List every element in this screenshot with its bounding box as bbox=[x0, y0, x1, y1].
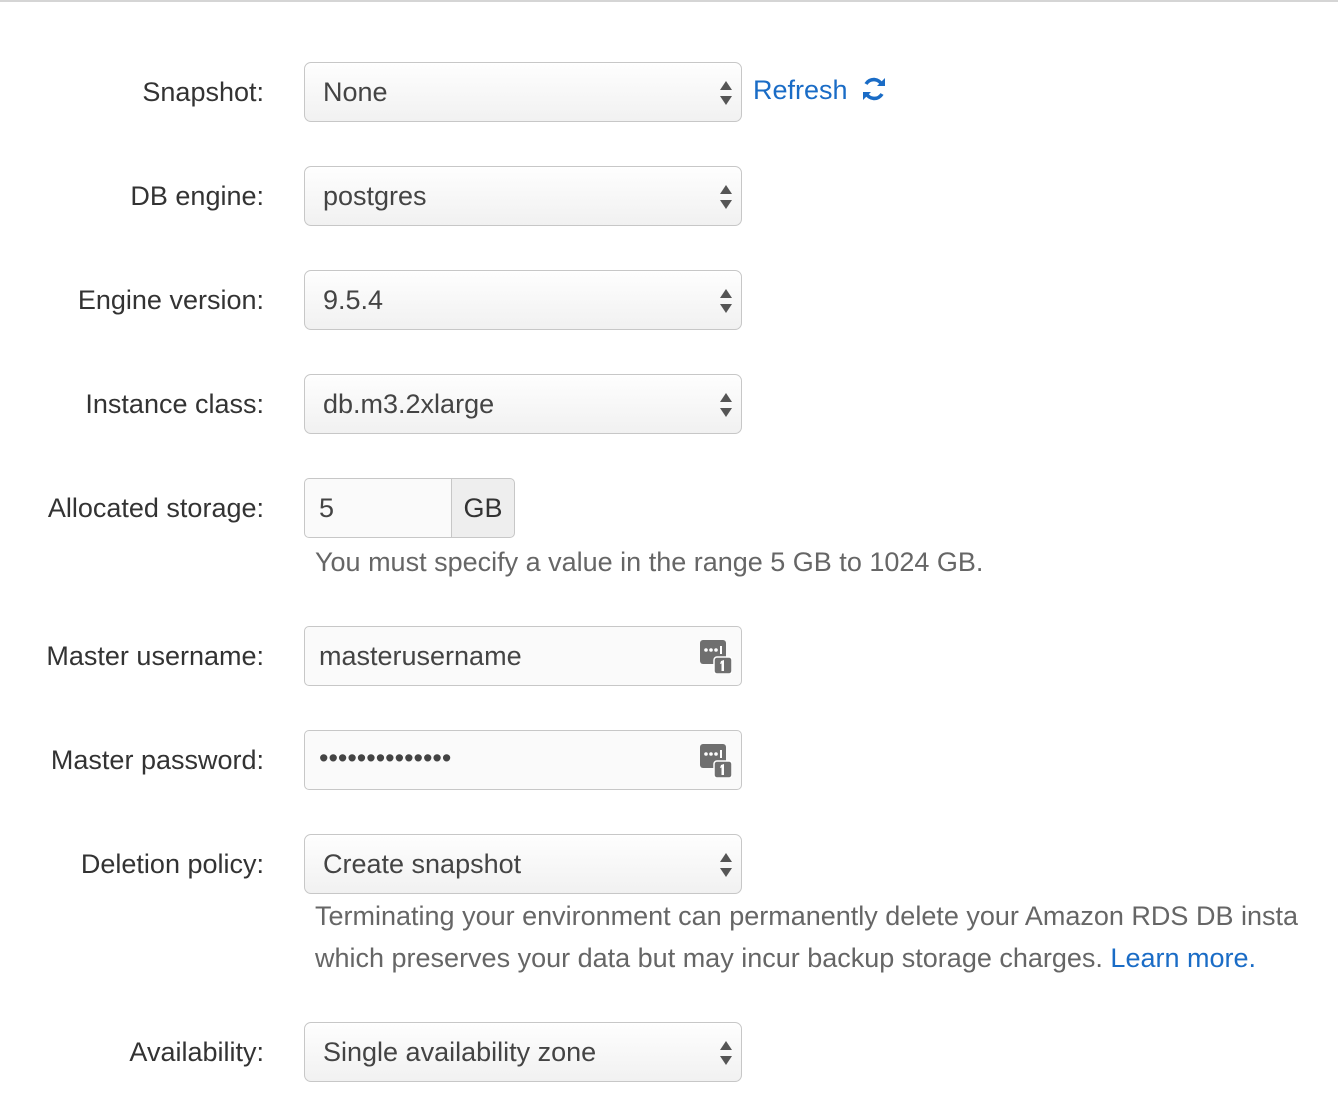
deletion-policy-help-line1: Terminating your environment can permane… bbox=[315, 901, 1298, 931]
instance-class-select-value: db.m3.2xlarge bbox=[323, 389, 495, 419]
storage-unit-addon: GB bbox=[451, 478, 515, 538]
engine-version-select[interactable]: 9.5.4 bbox=[304, 270, 742, 330]
up-down-arrows-icon bbox=[720, 289, 732, 313]
availability-select[interactable]: Single availability zone bbox=[304, 1022, 742, 1082]
refresh-label: Refresh bbox=[753, 75, 848, 105]
learn-more-link[interactable]: Learn more. bbox=[1110, 943, 1256, 973]
deletion-policy-help-line2: which preserves your data but may incur … bbox=[315, 937, 1256, 979]
allocated-storage-input[interactable]: 5 bbox=[304, 478, 451, 538]
deletion-policy-select[interactable]: Create snapshot bbox=[304, 834, 742, 894]
up-down-arrows-icon bbox=[720, 393, 732, 417]
availability-select-value: Single availability zone bbox=[323, 1037, 597, 1067]
master-password-input[interactable]: •••••••••••••• bbox=[304, 730, 742, 790]
instance-class-label: Instance class: bbox=[85, 389, 264, 419]
password-manager-icon[interactable] bbox=[700, 640, 732, 674]
db-engine-select-value: postgres bbox=[323, 181, 427, 211]
snapshot-select-value: None bbox=[323, 77, 388, 107]
availability-label: Availability: bbox=[129, 1037, 264, 1067]
snapshot-label: Snapshot: bbox=[142, 77, 264, 107]
up-down-arrows-icon bbox=[720, 185, 732, 209]
master-username-input[interactable]: masterusername bbox=[304, 626, 742, 686]
allocated-storage-value: 5 bbox=[319, 493, 335, 523]
password-manager-icon[interactable] bbox=[700, 744, 732, 778]
deletion-policy-help-text: which preserves your data but may incur … bbox=[315, 943, 1103, 973]
top-divider bbox=[0, 0, 1338, 2]
deletion-policy-select-value: Create snapshot bbox=[323, 849, 522, 879]
allocated-storage-help: You must specify a value in the range 5 … bbox=[315, 547, 984, 577]
master-username-value: masterusername bbox=[319, 641, 522, 671]
refresh-icon bbox=[863, 77, 886, 101]
up-down-arrows-icon bbox=[720, 81, 732, 105]
engine-version-label: Engine version: bbox=[77, 285, 264, 315]
master-username-label: Master username: bbox=[46, 641, 264, 671]
up-down-arrows-icon bbox=[720, 1041, 732, 1065]
instance-class-select[interactable]: db.m3.2xlarge bbox=[304, 374, 742, 434]
refresh-link[interactable]: Refresh bbox=[753, 74, 887, 106]
db-engine-label: DB engine: bbox=[130, 181, 264, 211]
engine-version-select-value: 9.5.4 bbox=[323, 285, 384, 315]
snapshot-select[interactable]: None bbox=[304, 62, 742, 122]
master-password-label: Master password: bbox=[50, 745, 264, 775]
db-engine-select[interactable]: postgres bbox=[304, 166, 742, 226]
deletion-policy-label: Deletion policy: bbox=[80, 849, 264, 879]
up-down-arrows-icon bbox=[720, 853, 732, 877]
allocated-storage-label: Allocated storage: bbox=[47, 493, 264, 523]
master-password-value: •••••••••••••• bbox=[319, 743, 452, 773]
